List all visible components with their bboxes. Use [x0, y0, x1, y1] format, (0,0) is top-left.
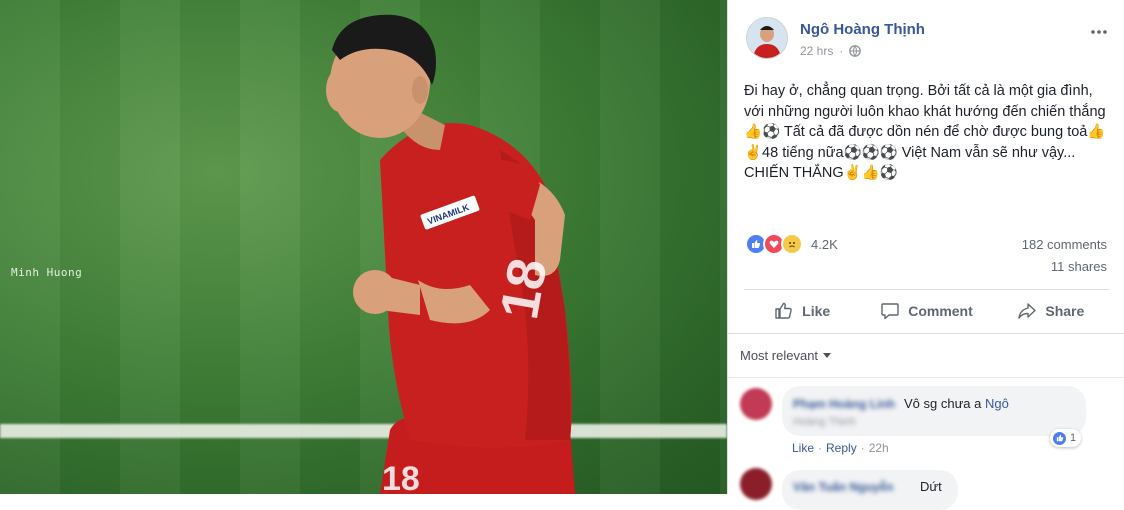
comment-button[interactable]: Comment	[864, 292, 988, 330]
like-button[interactable]: Like	[740, 292, 864, 330]
sad-reaction-icon	[781, 233, 803, 255]
comments-count[interactable]: 182 comments	[1022, 237, 1107, 252]
divider	[728, 333, 1124, 334]
separator: ·	[860, 441, 865, 455]
comment-sort-dropdown[interactable]: Most relevant	[740, 348, 832, 363]
thumbs-up-icon	[775, 302, 792, 319]
more-options-icon[interactable]	[1091, 18, 1107, 39]
comment-text: Dứt	[920, 479, 942, 494]
post-time[interactable]: 22 hrs	[800, 44, 833, 58]
separator: ·	[818, 441, 823, 455]
reaction-summary[interactable]: 4.2K	[745, 233, 838, 255]
comment-text: Vô sg chưa a Ngô	[904, 396, 1009, 411]
share-button-label: Share	[1045, 303, 1085, 319]
divider	[728, 377, 1124, 378]
comment-reaction-count[interactable]: 1	[1050, 429, 1082, 447]
jersey-number-shorts: 18	[382, 460, 420, 494]
post-panel: Ngô Hoàng Thịnh 22 hrs · Đi hay ở, chẳng…	[727, 0, 1124, 510]
like-reaction-icon	[1052, 430, 1067, 446]
comment-icon	[881, 303, 899, 320]
separator: ·	[839, 44, 844, 58]
globe-icon[interactable]	[849, 45, 862, 57]
post-meta: 22 hrs ·	[800, 44, 862, 58]
comment-body: Vô sg chưa a	[904, 396, 985, 411]
commenter-avatar[interactable]	[740, 388, 772, 420]
shares-count[interactable]: 11 shares	[1051, 259, 1107, 274]
reaction-count: 4.2K	[811, 236, 838, 252]
comment-like-link[interactable]: Like	[792, 441, 814, 455]
commenter-name[interactable]: Văn Tuấn Nguyễn	[793, 480, 893, 494]
post-author-name[interactable]: Ngô Hoàng Thịnh	[800, 21, 925, 38]
author-avatar[interactable]	[746, 17, 788, 59]
post-photo[interactable]: Minh Huong VINAMILK 18 18	[0, 0, 727, 494]
post-actions: Like Comment Share	[740, 292, 1113, 330]
comment-mention[interactable]: Ngô	[985, 396, 1009, 411]
comment-reply-link[interactable]: Reply	[826, 441, 857, 455]
comment-sort-label: Most relevant	[740, 348, 819, 363]
comment-actions: Like · Reply · 22h	[792, 441, 889, 455]
photo-watermark: Minh Huong	[11, 266, 83, 279]
comment-reaction-number: 1	[1070, 432, 1077, 444]
caret-down-icon	[823, 353, 832, 358]
commenter-avatar[interactable]	[740, 468, 772, 500]
comment-time[interactable]: 22h	[869, 441, 889, 455]
like-button-label: Like	[802, 303, 831, 319]
commenter-name[interactable]: Phạm Hoàng Linh	[793, 397, 895, 411]
commenter-subtitle: Hoàng Thịnh	[793, 416, 856, 428]
player-illustration: VINAMILK 18 18	[326, 14, 575, 494]
comment-button-label: Comment	[908, 303, 973, 319]
comment-bubble	[782, 386, 1086, 436]
post-text: Đi hay ở, chẳng quan trọng. Bởi tất cả l…	[744, 83, 1106, 181]
share-button[interactable]: Share	[989, 292, 1113, 330]
divider	[744, 289, 1109, 290]
jersey-number-back: 18	[489, 254, 559, 324]
share-icon	[1018, 303, 1037, 319]
